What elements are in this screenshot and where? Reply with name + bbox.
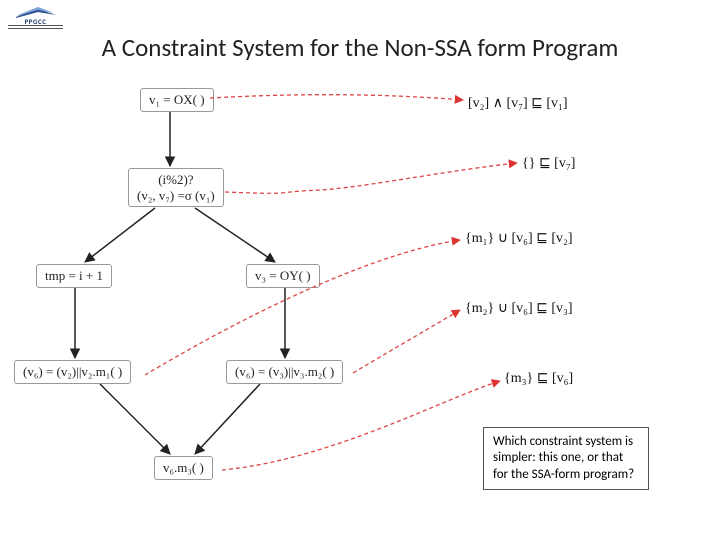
page-title: A Constraint System for the Non-SSA form… (0, 32, 720, 63)
callout-question: Which constraint system is simpler: this… (483, 427, 649, 490)
constraint-3: {m₁} ∪ [v₆] ⊑ [v₂] (465, 230, 573, 247)
node-cond: (i%2)? (137, 172, 215, 188)
constraint-1: [v₂] ∧ [v₇] ⊑ [v₁] (468, 95, 568, 112)
logo-text: PPGCC (8, 18, 63, 25)
node-sigma: (v₂, v₇) =σ (v₁) (137, 188, 215, 204)
node-v6-left: (v₆) = (v₂)||v₂.m₁( ) (14, 360, 131, 384)
constraint-5: {m₃} ⊑ [v₆] (504, 370, 573, 387)
constraint-4: {m₂} ∪ [v₆] ⊑ [v₃] (465, 300, 573, 317)
node-v3-oy: v₃ = OY( ) (246, 264, 320, 288)
node-v1-ox: v₁ = OX( ) (140, 88, 214, 112)
node-v6-right: (v₆) = (v₃)||v₃.m₂( ) (226, 360, 343, 384)
node-tmp: tmp = i + 1 (36, 264, 112, 288)
node-v6-m3: v₆.m₃( ) (154, 456, 213, 480)
node-branch: (i%2)? (v₂, v₇) =σ (v₁) (128, 168, 224, 207)
constraint-2: {} ⊑ [v₇] (522, 155, 575, 172)
